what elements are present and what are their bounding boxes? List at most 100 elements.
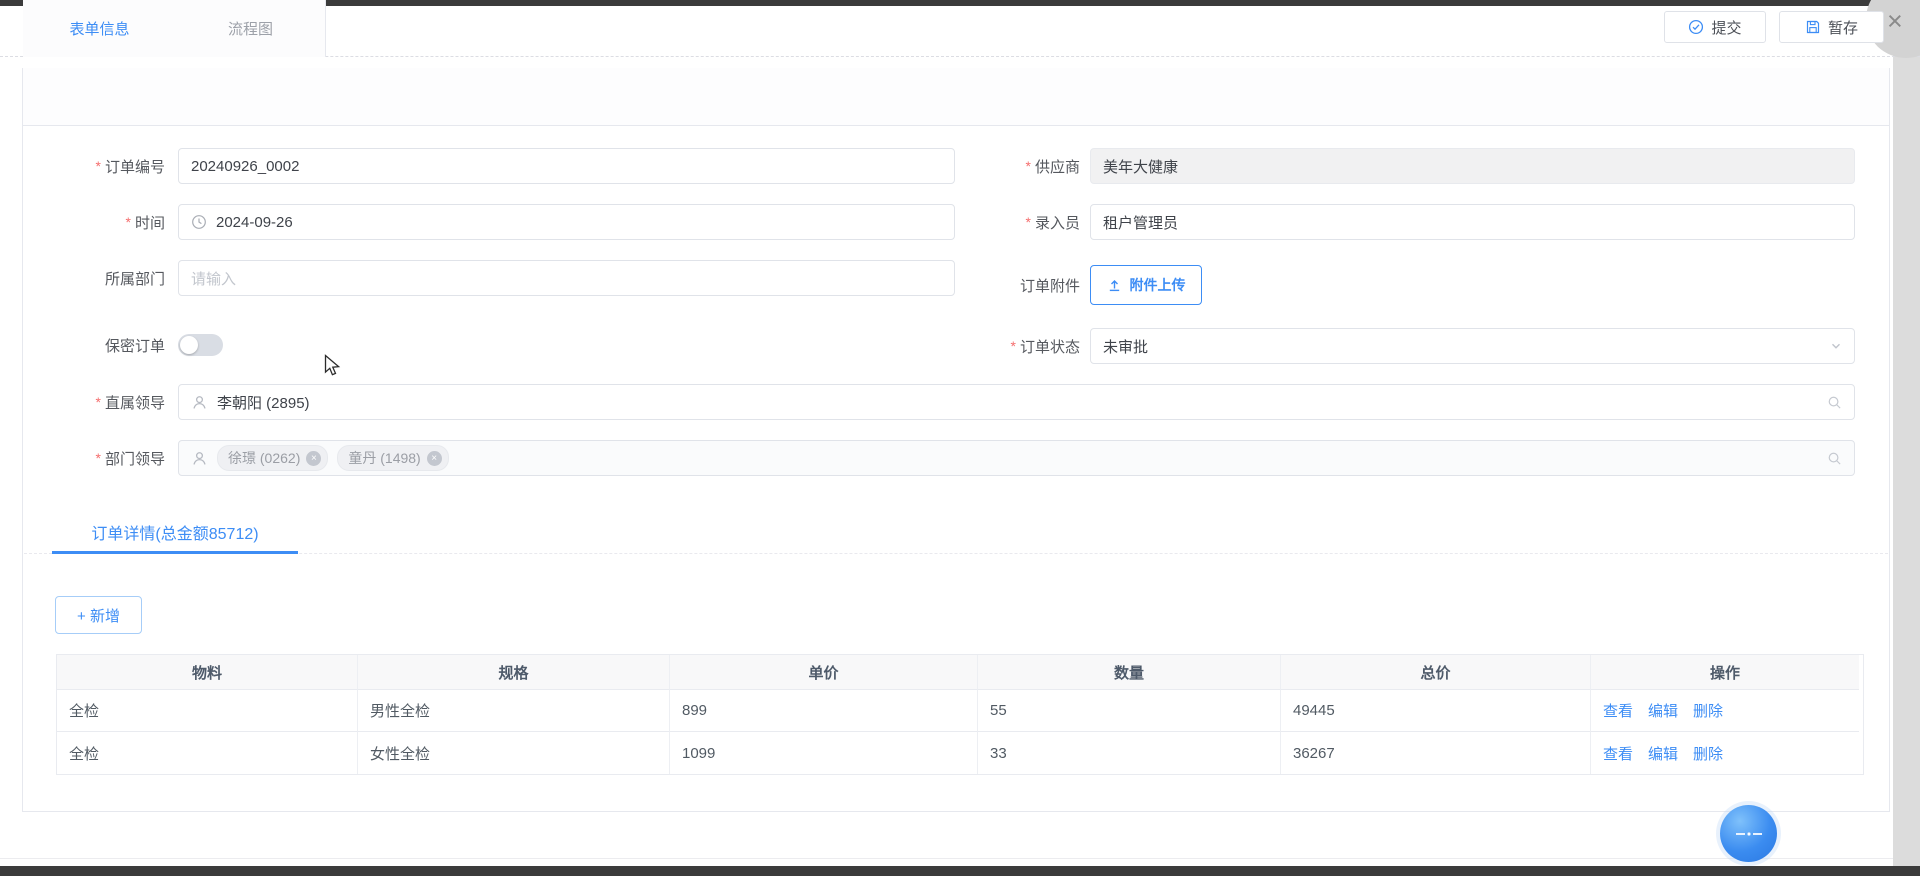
table-header: 物料 规格 单价 数量 总价 操作 — [57, 655, 1863, 690]
close-icon[interactable]: × — [1887, 6, 1903, 37]
search-icon[interactable] — [1827, 451, 1842, 466]
active-tab-underline — [52, 551, 298, 554]
recorder-input[interactable]: 租户管理员 — [1090, 204, 1855, 240]
toggle-knob — [180, 336, 198, 354]
col-unit-price: 单价 — [670, 655, 978, 690]
col-actions: 操作 — [1591, 655, 1859, 690]
table-row: 全检 男性全检 899 55 49445 查看 编辑 删除 — [57, 690, 1863, 732]
delete-link[interactable]: 删除 — [1693, 700, 1723, 721]
date-input[interactable]: 2024-09-26 — [178, 204, 955, 240]
date-value: 2024-09-26 — [216, 214, 293, 231]
order-items-table: 物料 规格 单价 数量 总价 操作 全检 男性全检 899 55 49445 查… — [56, 654, 1864, 775]
required-mark: * — [1011, 338, 1016, 354]
submit-button[interactable]: 提交 — [1664, 11, 1766, 43]
tab-form-info-label: 表单信息 — [69, 18, 129, 39]
order-no-label: * 订单编号 — [35, 148, 165, 184]
direct-leader-input[interactable]: 李朝阳 (2895) — [178, 384, 1855, 420]
tab-form-info[interactable]: 表单信息 — [23, 0, 177, 57]
tag-close-icon[interactable]: × — [306, 451, 321, 466]
person-icon — [191, 450, 208, 467]
upload-icon — [1107, 278, 1122, 293]
detail-tab-divider — [24, 553, 1888, 554]
cell-spec: 男性全检 — [358, 690, 670, 732]
cell-unit-price: 1099 — [670, 732, 978, 774]
secret-order-toggle[interactable] — [178, 334, 223, 356]
order-no-input[interactable]: 20240926_0002 — [178, 148, 955, 184]
save-draft-button[interactable]: 暂存 — [1779, 11, 1884, 43]
cell-actions: 查看 编辑 删除 — [1591, 732, 1859, 774]
search-icon[interactable] — [1827, 395, 1842, 410]
col-material: 物料 — [57, 655, 358, 690]
cell-quantity: 55 — [978, 690, 1281, 732]
department-input[interactable]: 请输入 — [178, 260, 955, 296]
tab-flow-chart-label: 流程图 — [228, 18, 273, 39]
recorder-value: 租户管理员 — [1103, 212, 1178, 233]
direct-leader-label: * 直属领导 — [35, 384, 165, 420]
cell-unit-price: 899 — [670, 690, 978, 732]
date-label: * 时间 — [35, 204, 165, 240]
dialog-bottom-border — [0, 858, 1893, 859]
delete-link[interactable]: 删除 — [1693, 743, 1723, 764]
view-link[interactable]: 查看 — [1603, 743, 1633, 764]
cell-material: 全检 — [57, 690, 358, 732]
leader-tag-label: 徐璟 (0262) — [228, 448, 300, 468]
leader-tag: 童丹 (1498) × — [337, 445, 448, 471]
assistant-floating-button[interactable] — [1720, 805, 1777, 862]
required-mark: * — [1026, 214, 1031, 230]
save-icon — [1805, 19, 1821, 35]
secret-order-label: 保密订单 — [35, 327, 165, 363]
leader-tag-label: 童丹 (1498) — [348, 448, 420, 468]
status-select[interactable]: 未审批 — [1090, 328, 1855, 364]
attachment-upload-button[interactable]: 附件上传 — [1090, 265, 1202, 305]
check-circle-icon — [1688, 19, 1704, 35]
dept-leader-label: * 部门领导 — [35, 440, 165, 476]
status-label: * 订单状态 — [950, 328, 1080, 364]
cell-actions: 查看 编辑 删除 — [1591, 690, 1859, 732]
right-scroll-gutter — [1893, 42, 1920, 866]
status-value: 未审批 — [1103, 336, 1148, 357]
cell-spec: 女性全检 — [358, 732, 670, 774]
required-mark: * — [1026, 158, 1031, 174]
supplier-input: 美年大健康 — [1090, 148, 1855, 184]
col-total: 总价 — [1281, 655, 1591, 690]
view-link[interactable]: 查看 — [1603, 700, 1633, 721]
attachment-label: 订单附件 — [950, 265, 1080, 305]
mouse-cursor — [324, 354, 341, 384]
add-row-button[interactable]: + 新增 — [55, 596, 142, 634]
edit-link[interactable]: 编辑 — [1648, 700, 1678, 721]
top-tabbar — [23, 68, 1889, 126]
clock-icon — [191, 214, 207, 230]
department-placeholder: 请输入 — [191, 268, 236, 289]
dept-leader-input[interactable]: 徐璟 (0262) × 童丹 (1498) × — [178, 440, 1855, 476]
submit-button-label: 提交 — [1711, 17, 1741, 38]
cell-total: 36267 — [1281, 732, 1591, 774]
required-mark: * — [96, 158, 101, 174]
table-row: 全检 女性全检 1099 33 36267 查看 编辑 删除 — [57, 732, 1863, 774]
col-spec: 规格 — [358, 655, 670, 690]
required-mark: * — [96, 450, 101, 466]
person-icon — [191, 394, 208, 411]
tab-order-detail-label: 订单详情(总金额85712) — [91, 520, 258, 544]
col-quantity: 数量 — [978, 655, 1281, 690]
leader-tag: 徐璟 (0262) × — [217, 445, 328, 471]
bottom-edge-bar — [0, 866, 1920, 876]
supplier-label: * 供应商 — [950, 148, 1080, 184]
cell-total: 49445 — [1281, 690, 1591, 732]
recorder-label: * 录入员 — [950, 204, 1080, 240]
department-label: 所属部门 — [35, 260, 165, 296]
direct-leader-value: 李朝阳 (2895) — [217, 392, 310, 413]
add-row-label: + 新增 — [77, 605, 120, 626]
tab-order-detail[interactable]: 订单详情(总金额85712) — [52, 512, 298, 551]
required-mark: * — [96, 394, 101, 410]
order-approve-window: orderApprove × 表单信息 流程图 提交 暂存 * 订单编号 202… — [0, 0, 1920, 876]
tag-close-icon[interactable]: × — [427, 451, 442, 466]
cell-material: 全检 — [57, 732, 358, 774]
edit-link[interactable]: 编辑 — [1648, 743, 1678, 764]
cell-quantity: 33 — [978, 732, 1281, 774]
supplier-value: 美年大健康 — [1103, 156, 1178, 177]
tab-flow-chart[interactable]: 流程图 — [176, 0, 326, 57]
required-mark: * — [126, 214, 131, 230]
order-no-value: 20240926_0002 — [191, 158, 299, 175]
chevron-down-icon — [1830, 340, 1842, 352]
attachment-upload-label: 附件上传 — [1130, 275, 1186, 295]
